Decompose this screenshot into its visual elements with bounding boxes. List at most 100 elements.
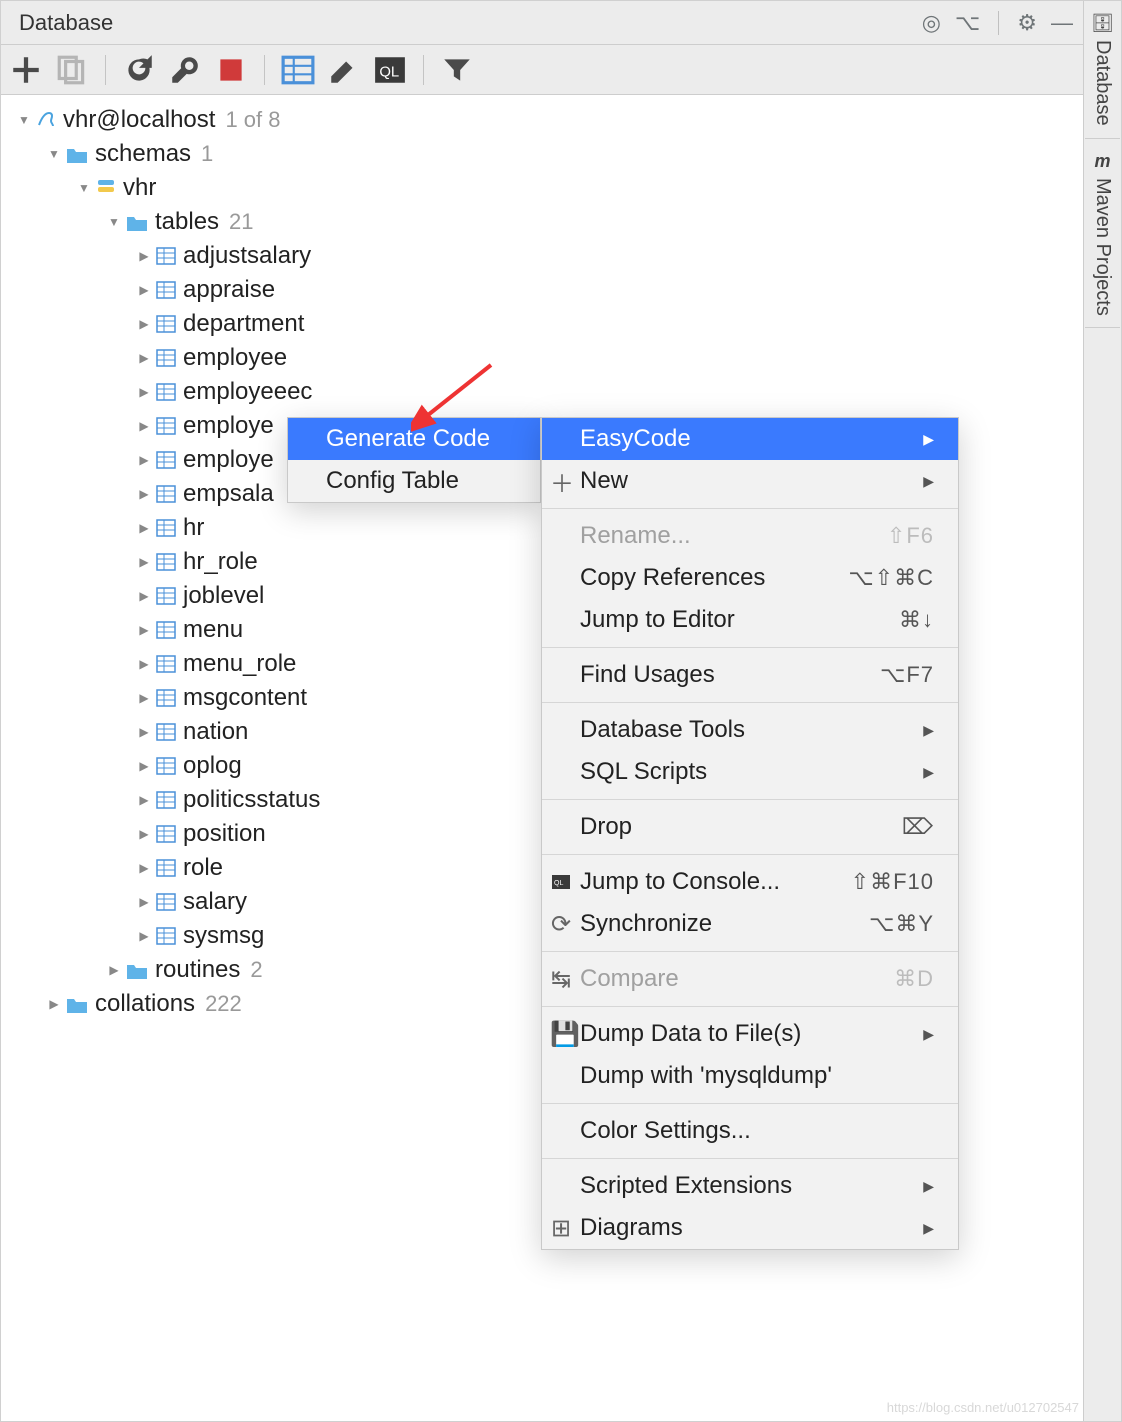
add-button[interactable]: [9, 53, 43, 87]
table-view-icon[interactable]: [281, 53, 315, 87]
table-label: politicsstatus: [183, 786, 320, 814]
chevron-right-icon[interactable]: [135, 553, 153, 571]
chevron-right-icon[interactable]: [135, 383, 153, 401]
console-icon: QL: [550, 868, 572, 896]
menu-label: Color Settings...: [580, 1117, 751, 1145]
context-menu[interactable]: EasyCode ▶ ＋ New ▶ Rename... ⇧F6 Copy Re…: [541, 417, 959, 1250]
chevron-right-icon[interactable]: [135, 893, 153, 911]
menu-diagrams[interactable]: ⊞ Diagrams ▶: [542, 1207, 958, 1249]
menu-compare: ↹ Compare ⌘D: [542, 958, 958, 1000]
chevron-right-icon[interactable]: [135, 587, 153, 605]
folder-icon: [125, 960, 149, 980]
menu-dump-file[interactable]: 💾 Dump Data to File(s) ▶: [542, 1013, 958, 1055]
table-icon: [155, 687, 177, 709]
menu-scripted-extensions[interactable]: Scripted Extensions ▶: [542, 1165, 958, 1207]
tables-count: 21: [229, 209, 253, 235]
shortcut: ⌥⇧⌘C: [848, 565, 934, 591]
chevron-right-icon[interactable]: [135, 281, 153, 299]
menu-jump-console[interactable]: QL Jump to Console... ⇧⌘F10: [542, 861, 958, 903]
chevron-right-icon[interactable]: [135, 825, 153, 843]
edit-icon[interactable]: [327, 53, 361, 87]
wrench-icon[interactable]: [168, 53, 202, 87]
table-node[interactable]: appraise: [1, 273, 1083, 307]
connection-count: 1 of 8: [225, 107, 280, 133]
duplicate-button[interactable]: [55, 53, 89, 87]
chevron-right-icon[interactable]: [135, 621, 153, 639]
table-node[interactable]: department: [1, 307, 1083, 341]
table-icon: [155, 347, 177, 369]
gear-icon[interactable]: ⚙: [1017, 10, 1037, 36]
menu-sql-scripts[interactable]: SQL Scripts ▶: [542, 751, 958, 793]
folder-icon: [65, 994, 89, 1014]
table-icon: [155, 619, 177, 641]
table-node[interactable]: employee: [1, 341, 1083, 375]
table-icon: [155, 653, 177, 675]
watermark: https://blog.csdn.net/u012702547: [887, 1400, 1079, 1415]
side-tab-database[interactable]: 🗄 Database: [1085, 1, 1120, 139]
menu-label: Drop: [580, 813, 632, 841]
submenu-arrow-icon: ▶: [923, 1178, 934, 1195]
menu-find-usages[interactable]: Find Usages ⌥F7: [542, 654, 958, 696]
chevron-down-icon[interactable]: [75, 179, 93, 197]
svg-text:QL: QL: [379, 64, 399, 80]
table-icon: [155, 857, 177, 879]
diagram-icon: ⊞: [550, 1214, 572, 1243]
chevron-right-icon[interactable]: [135, 859, 153, 877]
table-node[interactable]: employeeec: [1, 375, 1083, 409]
side-tab-label: Database: [1091, 40, 1114, 126]
tables-node[interactable]: tables 21: [1, 205, 1083, 239]
chevron-right-icon[interactable]: [135, 689, 153, 707]
separator: [423, 55, 424, 85]
panel-header: Database ◎ ⌥ ⚙ —: [1, 1, 1083, 45]
menu-separator: [542, 647, 958, 648]
menu-jump-editor[interactable]: Jump to Editor ⌘↓: [542, 599, 958, 641]
table-node[interactable]: adjustsalary: [1, 239, 1083, 273]
chevron-right-icon[interactable]: [135, 485, 153, 503]
menu-new[interactable]: ＋ New ▶: [542, 460, 958, 502]
chevron-right-icon[interactable]: [135, 723, 153, 741]
routines-label: routines: [155, 956, 240, 984]
table-icon: [155, 517, 177, 539]
chevron-right-icon[interactable]: [135, 791, 153, 809]
chevron-right-icon[interactable]: [45, 995, 63, 1013]
database-node[interactable]: vhr: [1, 171, 1083, 205]
chevron-right-icon[interactable]: [105, 961, 123, 979]
menu-dump-mysqldump[interactable]: Dump with 'mysqldump': [542, 1055, 958, 1097]
chevron-down-icon[interactable]: [105, 213, 123, 231]
chevron-right-icon[interactable]: [135, 247, 153, 265]
minimize-icon[interactable]: —: [1051, 10, 1073, 36]
chevron-right-icon[interactable]: [135, 519, 153, 537]
submenu[interactable]: Generate Code Config Table: [287, 417, 541, 503]
chevron-right-icon[interactable]: [135, 315, 153, 333]
chevron-right-icon[interactable]: [135, 655, 153, 673]
side-tool-tabs: 🗄 Database m Maven Projects: [1083, 1, 1121, 1421]
menu-drop[interactable]: Drop ⌦: [542, 806, 958, 848]
menu-copy-references[interactable]: Copy References ⌥⇧⌘C: [542, 557, 958, 599]
filter-icon[interactable]: [440, 53, 474, 87]
stop-button[interactable]: [214, 53, 248, 87]
collations-label: collations: [95, 990, 195, 1018]
console-icon[interactable]: QL: [373, 53, 407, 87]
menu-color-settings[interactable]: Color Settings...: [542, 1110, 958, 1152]
menu-synchronize[interactable]: ⟳ Synchronize ⌥⌘Y: [542, 903, 958, 945]
menu-config-table[interactable]: Config Table: [288, 460, 540, 502]
chevron-right-icon[interactable]: [135, 417, 153, 435]
chevron-right-icon[interactable]: [135, 451, 153, 469]
chevron-right-icon[interactable]: [135, 757, 153, 775]
side-tab-maven[interactable]: m Maven Projects: [1085, 139, 1120, 329]
chevron-right-icon[interactable]: [135, 927, 153, 945]
collapse-icon[interactable]: ⌥: [955, 10, 980, 36]
chevron-right-icon[interactable]: [135, 349, 153, 367]
connection-node[interactable]: vhr@localhost 1 of 8: [1, 103, 1083, 137]
menu-database-tools[interactable]: Database Tools ▶: [542, 709, 958, 751]
menu-easycode[interactable]: EasyCode ▶: [542, 418, 958, 460]
shortcut: ⌦: [902, 814, 934, 840]
menu-generate-code[interactable]: Generate Code: [288, 418, 540, 460]
table-icon: [155, 925, 177, 947]
target-icon[interactable]: ◎: [922, 10, 941, 36]
chevron-down-icon[interactable]: [45, 145, 63, 163]
schemas-node[interactable]: schemas 1: [1, 137, 1083, 171]
refresh-button[interactable]: [122, 53, 156, 87]
chevron-down-icon[interactable]: [15, 111, 33, 129]
table-label: salary: [183, 888, 247, 916]
